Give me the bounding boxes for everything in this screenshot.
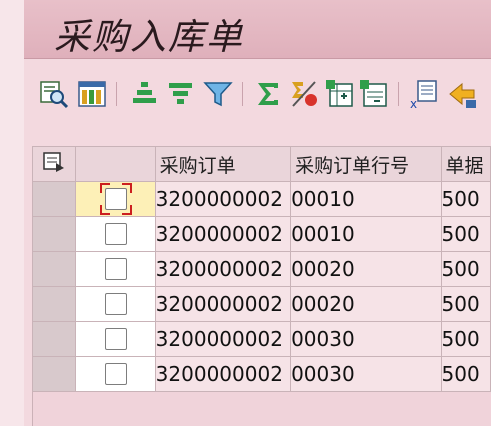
po-cell[interactable]: 3200000002	[154, 216, 292, 252]
sort-ascending-icon[interactable]	[128, 78, 160, 110]
table-row: 3200000002 00010 500	[31, 216, 491, 252]
selection-cell[interactable]	[75, 181, 156, 217]
column-header[interactable]: 单据	[440, 146, 491, 182]
toolbar-separator	[242, 82, 243, 106]
po-cell[interactable]: 3200000002	[154, 286, 292, 322]
line-cell[interactable]: 00010	[290, 216, 442, 252]
po-cell[interactable]: 3200000002	[154, 251, 292, 287]
selection-cell[interactable]	[75, 251, 156, 287]
toolbar-separator	[116, 82, 117, 106]
toolbar: x	[24, 68, 491, 120]
filter-icon[interactable]	[202, 78, 234, 110]
line-cell[interactable]: 00030	[290, 356, 442, 392]
table-row: 3200000002 00020 500	[31, 286, 491, 322]
export-word-icon[interactable]	[358, 78, 390, 110]
layout-settings-icon[interactable]	[31, 146, 77, 182]
selection-cell[interactable]	[75, 216, 156, 252]
column-layout-icon[interactable]	[76, 78, 108, 110]
sort-descending-icon[interactable]	[164, 78, 196, 110]
row-checkbox[interactable]	[104, 328, 127, 350]
row-selector[interactable]	[31, 216, 77, 252]
sum-icon[interactable]	[252, 78, 284, 110]
toolbar-separator	[398, 82, 399, 106]
title-bar: 采购入库单	[24, 0, 491, 59]
row-selector[interactable]	[31, 286, 77, 322]
po-cell[interactable]: 3200000002	[154, 321, 292, 357]
doc-cell[interactable]: 500	[440, 286, 491, 322]
po-cell[interactable]: 3200000002	[154, 181, 292, 217]
row-selector[interactable]	[31, 356, 77, 392]
results-grid: 采购订单 采购订单行号 单据 3200000002 00010 500 3200…	[31, 146, 491, 392]
row-checkbox[interactable]	[104, 293, 127, 315]
row-selector[interactable]	[31, 321, 77, 357]
selection-cell[interactable]	[75, 321, 156, 357]
layout-change-icon[interactable]	[446, 78, 478, 110]
page-title: 采购入库单	[54, 17, 245, 58]
row-checkbox[interactable]	[104, 188, 127, 210]
line-cell[interactable]: 00030	[290, 321, 442, 357]
row-selector[interactable]	[31, 181, 77, 217]
column-header[interactable]: 采购订单行号	[290, 146, 442, 182]
export-spreadsheet-icon[interactable]	[324, 78, 356, 110]
doc-cell[interactable]: 500	[440, 216, 491, 252]
select-all-header[interactable]	[75, 146, 156, 182]
left-strip	[0, 0, 24, 426]
row-selector[interactable]	[31, 251, 77, 287]
grid-header-row: 采购订单 采购订单行号 单据	[31, 146, 491, 182]
svg-text:x: x	[410, 97, 417, 110]
column-header[interactable]: 采购订单	[154, 146, 292, 182]
doc-cell[interactable]: 500	[440, 321, 491, 357]
selection-cell[interactable]	[75, 356, 156, 392]
row-checkbox[interactable]	[104, 258, 127, 280]
doc-cell[interactable]: 500	[440, 356, 491, 392]
row-checkbox[interactable]	[104, 223, 127, 245]
focused-checkbox[interactable]	[99, 183, 132, 215]
subtotal-icon[interactable]	[288, 78, 320, 110]
po-cell[interactable]: 3200000002	[154, 356, 292, 392]
doc-cell[interactable]: 500	[440, 251, 491, 287]
doc-cell[interactable]: 500	[440, 181, 491, 217]
table-row: 3200000002 00010 500	[31, 181, 491, 217]
table-row: 3200000002 00030 500	[31, 321, 491, 357]
line-cell[interactable]: 00020	[290, 286, 442, 322]
details-icon[interactable]	[38, 78, 70, 110]
table-row: 3200000002 00020 500	[31, 251, 491, 287]
table-row: 3200000002 00030 500	[31, 356, 491, 392]
selection-cell[interactable]	[75, 286, 156, 322]
xml-export-icon[interactable]: x	[408, 78, 440, 110]
line-cell[interactable]: 00020	[290, 251, 442, 287]
row-checkbox[interactable]	[104, 363, 127, 385]
line-cell[interactable]: 00010	[290, 181, 442, 217]
